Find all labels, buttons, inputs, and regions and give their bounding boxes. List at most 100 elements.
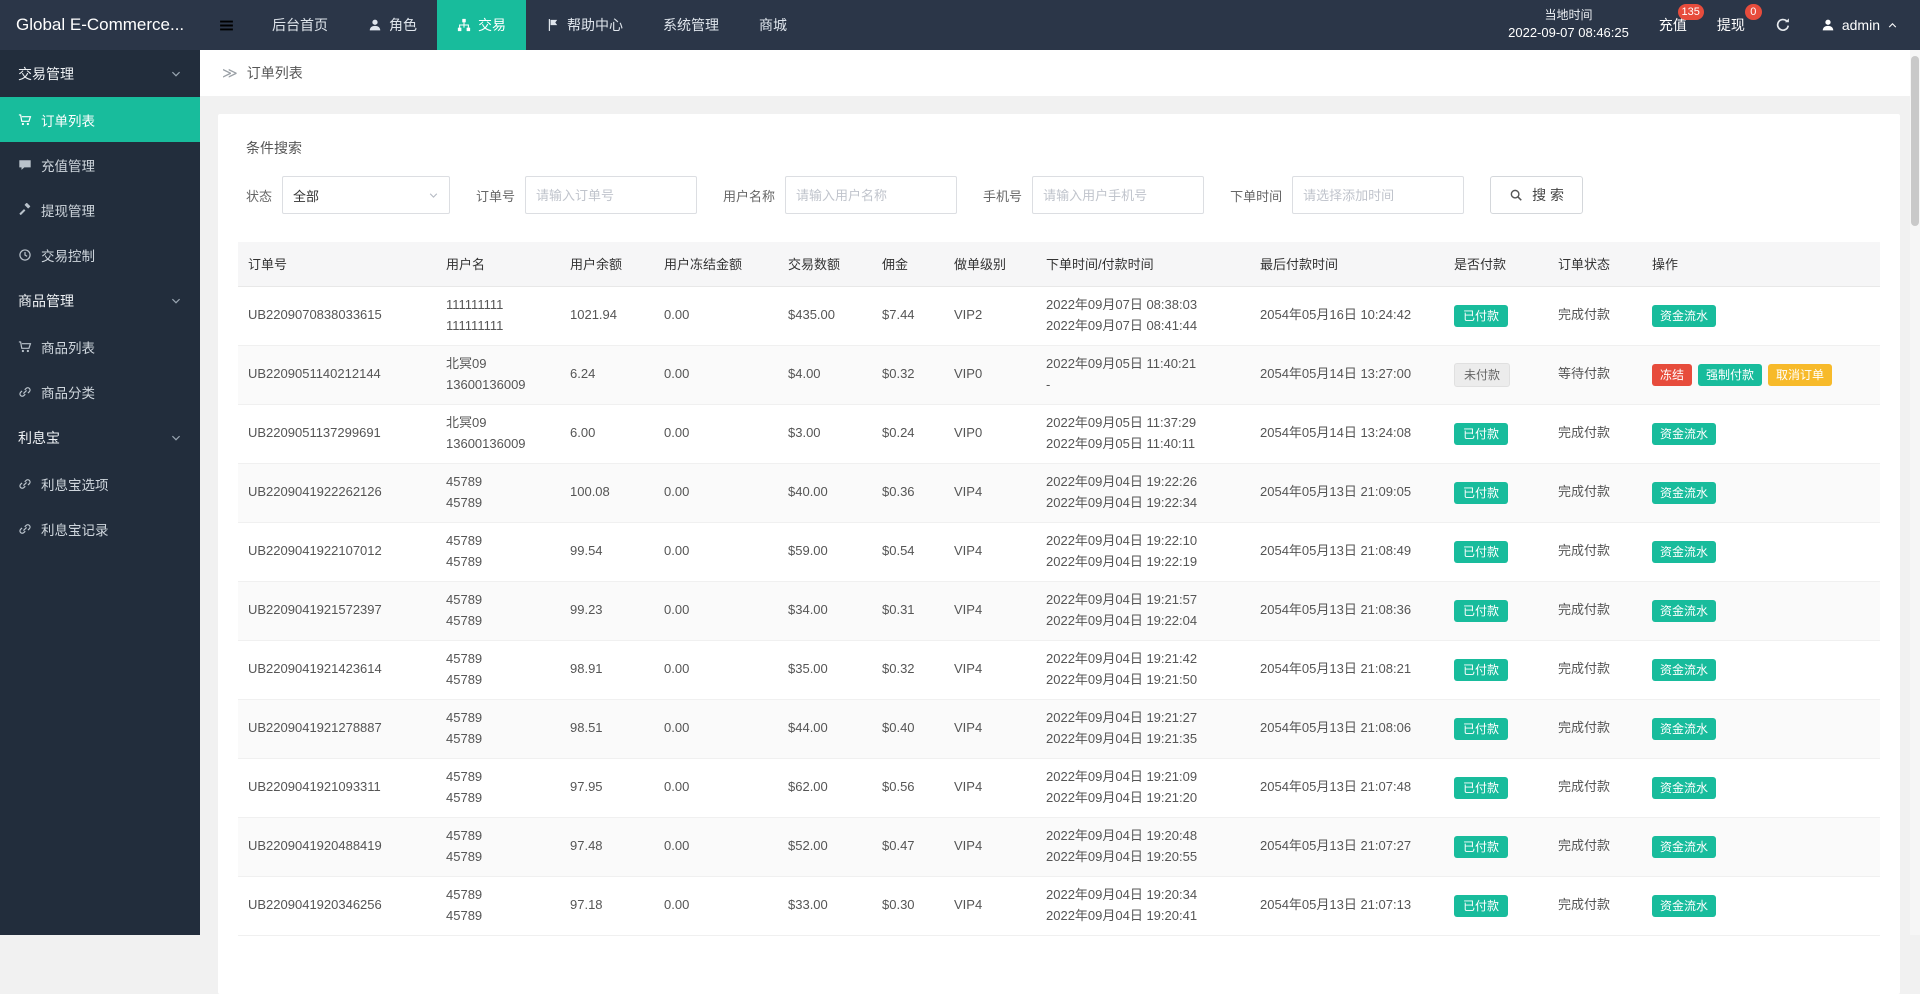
username-input[interactable] <box>785 176 957 214</box>
balance-cell: 1021.94 <box>560 286 654 345</box>
sidebar-item-order-list[interactable]: 订单列表 <box>0 97 200 142</box>
chevron-down-icon <box>428 190 439 201</box>
paid-cell: 已付款 <box>1444 286 1548 345</box>
link-icon <box>18 522 32 536</box>
frozen-cell: 0.00 <box>654 345 778 404</box>
fund-flow-button[interactable]: 资金流水 <box>1652 718 1716 740</box>
menu-toggle-icon[interactable] <box>200 0 252 50</box>
sidebar-group-product-manage[interactable]: 商品管理 <box>0 277 200 324</box>
fund-flow-button[interactable]: 资金流水 <box>1652 541 1716 563</box>
sidebar-item-lixibao-options[interactable]: 利息宝选项 <box>0 461 200 506</box>
search-button[interactable]: 搜 索 <box>1490 176 1583 214</box>
fund-flow-button[interactable]: 资金流水 <box>1652 777 1716 799</box>
username-cell: 4578945789 <box>436 699 560 758</box>
table-row: UB2209041921572397457894578999.230.00$34… <box>238 581 1880 640</box>
orders-table: 订单号用户名用户余额用户冻结金额交易数额佣金做单级别下单时间/付款时间最后付款时… <box>238 242 1880 936</box>
last-pay-time-cell: 2054年05月13日 21:08:21 <box>1250 640 1444 699</box>
withdraw-link[interactable]: 提现 0 <box>1717 15 1745 35</box>
paid-cell: 已付款 <box>1444 758 1548 817</box>
search-button-label: 搜 索 <box>1532 185 1564 205</box>
paid-cell: 已付款 <box>1444 640 1548 699</box>
commission-cell: $0.40 <box>872 699 944 758</box>
admin-menu[interactable]: admin <box>1821 17 1898 33</box>
last-pay-time-cell: 2054年05月14日 13:27:00 <box>1250 345 1444 404</box>
header-right: 当地时间 2022-09-07 08:46:25 充值 135 提现 0 adm… <box>1508 0 1920 50</box>
balance-cell: 97.18 <box>560 876 654 935</box>
fund-flow-button[interactable]: 资金流水 <box>1652 305 1716 327</box>
amount-cell: $3.00 <box>778 404 872 463</box>
frozen-cell: 0.00 <box>654 463 778 522</box>
amount-cell: $52.00 <box>778 817 872 876</box>
order-no-input[interactable] <box>525 176 697 214</box>
fund-flow-button[interactable]: 资金流水 <box>1652 423 1716 445</box>
fund-flow-button[interactable]: 资金流水 <box>1652 482 1716 504</box>
balance-cell: 97.95 <box>560 758 654 817</box>
username-cell: 111111111111111111 <box>436 286 560 345</box>
paid-cell: 已付款 <box>1444 817 1548 876</box>
cancel-order-button[interactable]: 取消订单 <box>1768 364 1832 386</box>
sidebar-group-trade-manage[interactable]: 交易管理 <box>0 50 200 97</box>
sidebar-item-lixibao-records[interactable]: 利息宝记录 <box>0 506 200 551</box>
sidebar-menu: 交易管理订单列表充值管理提现管理交易控制商品管理商品列表商品分类利息宝利息宝选项… <box>0 50 200 551</box>
link-icon <box>18 385 32 399</box>
paid-cell: 已付款 <box>1444 522 1548 581</box>
nav-item-help[interactable]: 帮助中心 <box>526 0 643 50</box>
sidebar-item-product-list[interactable]: 商品列表 <box>0 324 200 369</box>
scrollbar-thumb[interactable] <box>1911 56 1919 226</box>
sidebar-item-label-order-list: 订单列表 <box>41 110 95 130</box>
user-icon <box>368 18 382 32</box>
paid-cell: 已付款 <box>1444 404 1548 463</box>
status-select[interactable]: 全部 <box>282 176 450 214</box>
freeze-button[interactable]: 冻结 <box>1652 364 1692 386</box>
phone-input[interactable] <box>1032 176 1204 214</box>
order-no-cell: UB2209041921423614 <box>238 640 436 699</box>
order-no-cell: UB2209041922107012 <box>238 522 436 581</box>
sidebar-item-recharge-manage[interactable]: 充值管理 <box>0 142 200 187</box>
nav-item-label-home: 后台首页 <box>272 15 328 35</box>
refresh-icon[interactable] <box>1775 17 1791 33</box>
status-cell: 完成付款 <box>1548 640 1642 699</box>
fund-flow-button[interactable]: 资金流水 <box>1652 836 1716 858</box>
page-scrollbar[interactable] <box>1910 50 1920 935</box>
fund-flow-button[interactable]: 资金流水 <box>1652 600 1716 622</box>
recharge-link[interactable]: 充值 135 <box>1659 15 1687 35</box>
sidebar-item-withdraw-manage[interactable]: 提现管理 <box>0 187 200 232</box>
commission-cell: $0.24 <box>872 404 944 463</box>
sidebar-item-product-category[interactable]: 商品分类 <box>0 369 200 414</box>
commission-cell: $0.54 <box>872 522 944 581</box>
order-time-input[interactable] <box>1292 176 1464 214</box>
nav-item-mall[interactable]: 商城 <box>739 0 807 50</box>
status-cell: 完成付款 <box>1548 404 1642 463</box>
table-body: UB22090708380336151111111111111111111021… <box>238 286 1880 935</box>
last-pay-time-cell: 2054年05月14日 13:24:08 <box>1250 404 1444 463</box>
order-time-filter: 下单时间 <box>1230 176 1464 214</box>
actions-cell: 资金流水 <box>1642 699 1880 758</box>
nav-item-label-mall: 商城 <box>759 15 787 35</box>
fund-flow-button[interactable]: 资金流水 <box>1652 895 1716 917</box>
sidebar-item-label-withdraw-manage: 提现管理 <box>41 200 95 220</box>
cart-icon <box>18 113 32 127</box>
paid-cell: 已付款 <box>1444 581 1548 640</box>
nav-item-trade[interactable]: 交易 <box>437 0 526 50</box>
commission-cell: $0.32 <box>872 345 944 404</box>
sidebar-item-trade-control[interactable]: 交易控制 <box>0 232 200 277</box>
paid-cell: 未付款 <box>1444 345 1548 404</box>
table-row: UB2209041920346256457894578997.180.00$33… <box>238 876 1880 935</box>
actions-cell: 资金流水 <box>1642 758 1880 817</box>
frozen-cell: 0.00 <box>654 404 778 463</box>
level-cell: VIP4 <box>944 640 1036 699</box>
nav-item-system[interactable]: 系统管理 <box>643 0 739 50</box>
sidebar-group-lixibao[interactable]: 利息宝 <box>0 414 200 461</box>
force-pay-button[interactable]: 强制付款 <box>1698 364 1762 386</box>
nav-item-label-roles: 角色 <box>389 15 417 35</box>
sidebar-item-label-lixibao-options: 利息宝选项 <box>41 474 109 494</box>
column-header-7: 下单时间/付款时间 <box>1036 242 1250 286</box>
nav-item-home[interactable]: 后台首页 <box>252 0 348 50</box>
order-time-cell: 2022年09月04日 19:22:102022年09月04日 19:22:19 <box>1036 522 1250 581</box>
order-no-cell: UB2209070838033615 <box>238 286 436 345</box>
nav-item-roles[interactable]: 角色 <box>348 0 437 50</box>
breadcrumb-current: 订单列表 <box>247 63 303 83</box>
fund-flow-button[interactable]: 资金流水 <box>1652 659 1716 681</box>
status-cell: 完成付款 <box>1548 286 1642 345</box>
username-cell: 4578945789 <box>436 640 560 699</box>
